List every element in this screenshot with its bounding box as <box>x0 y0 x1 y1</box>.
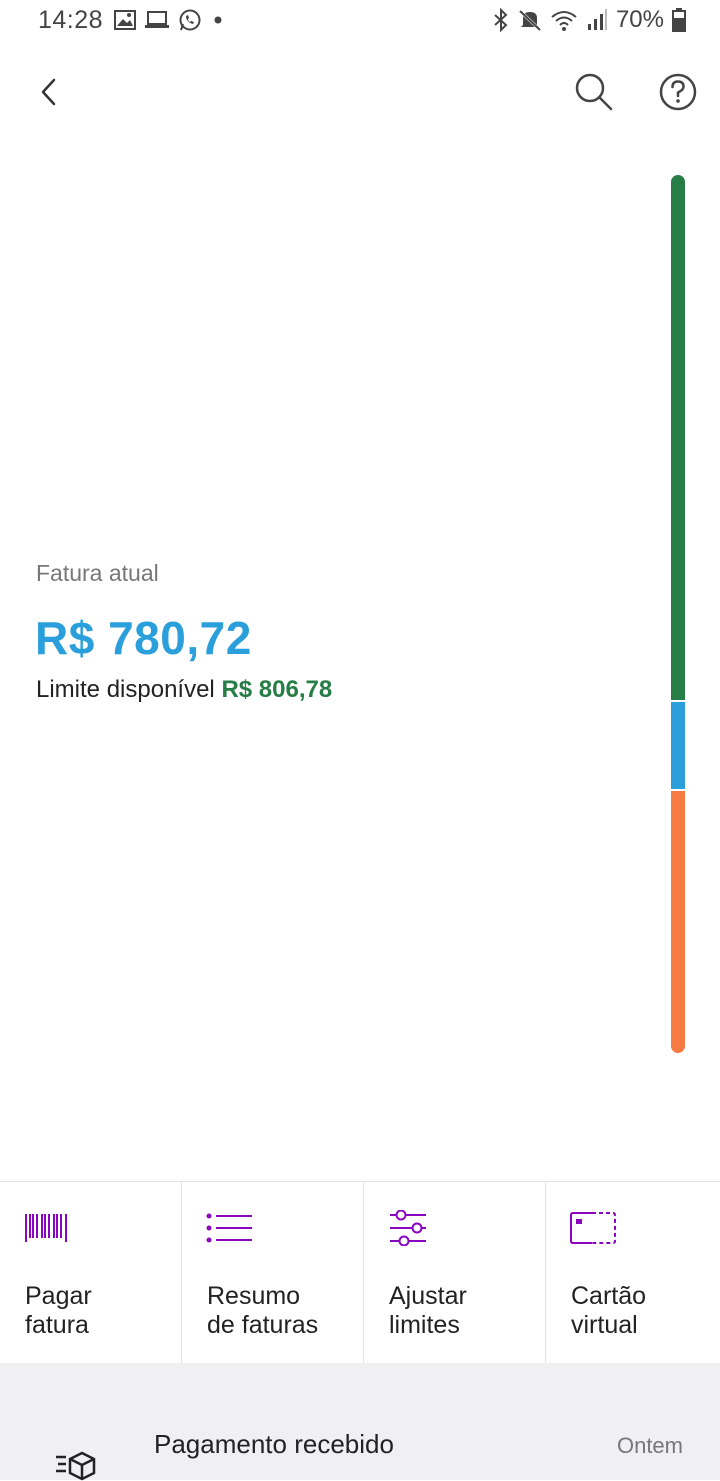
invoice-label: Fatura atual <box>36 560 159 586</box>
invoice-summary-shortcut[interactable]: Resumo de faturas <box>182 1182 364 1363</box>
payment-received-icon <box>56 1451 96 1481</box>
available-limit-value: R$ 806,78 <box>221 676 333 703</box>
whatsapp-icon <box>179 9 201 31</box>
pay-invoice-shortcut[interactable]: Pagar fatura <box>0 1182 182 1363</box>
chevron-left-icon <box>41 78 56 106</box>
virtual-card-icon <box>570 1212 616 1244</box>
search-button[interactable] <box>570 68 618 116</box>
virtual-card-label: Cartão virtual <box>571 1282 647 1339</box>
notification-icons <box>114 8 226 32</box>
limit-bar-available <box>671 175 685 700</box>
adjust-limits-label: Ajustar limites <box>389 1282 467 1339</box>
system-status-icons: 70% <box>492 6 686 34</box>
virtual-card-shortcut[interactable]: Cartão virtual <box>546 1182 720 1363</box>
invoice-summary-label: Resumo de faturas <box>207 1282 319 1339</box>
invoice-amount: R$ 780,72 <box>35 612 252 664</box>
status-bar: 14:28 70% <box>0 0 720 42</box>
help-icon <box>659 73 697 111</box>
limit-bar-future-invoices <box>671 791 685 1053</box>
battery-percent: 70% <box>615 6 664 33</box>
feed-item-title: Pagamento recebido <box>154 1429 394 1459</box>
wifi-icon <box>551 11 577 31</box>
signal-icon <box>587 9 607 30</box>
shortcut-bar: Pagar fatura Resumo de faturas Ajustar l… <box>0 1181 720 1363</box>
adjust-limits-shortcut[interactable]: Ajustar limites <box>364 1182 546 1363</box>
back-button[interactable] <box>30 70 70 114</box>
limit-bar-current-invoice <box>671 702 685 789</box>
app-bar <box>0 60 720 124</box>
search-icon <box>575 73 613 111</box>
gallery-icon <box>114 10 136 30</box>
bluetooth-icon <box>494 8 508 32</box>
mute-icon <box>518 9 541 32</box>
barcode-icon <box>25 1214 67 1242</box>
dot-icon <box>214 16 222 24</box>
list-icon <box>206 1213 252 1243</box>
sliders-icon <box>390 1210 426 1246</box>
laptop-icon <box>145 11 169 28</box>
feed-item-date: Ontem <box>616 1433 683 1458</box>
activity-feed: Pagamento recebido Ontem <box>0 1363 720 1481</box>
available-limit-label: Limite disponível <box>36 676 215 703</box>
status-time: 14:28 <box>38 6 104 34</box>
credit-limit-bar <box>671 175 685 1053</box>
pay-invoice-label: Pagar fatura <box>25 1282 92 1339</box>
available-limit: Limite disponível R$ 806,78 <box>36 676 332 704</box>
help-button[interactable] <box>656 70 700 114</box>
battery-icon <box>672 8 686 32</box>
